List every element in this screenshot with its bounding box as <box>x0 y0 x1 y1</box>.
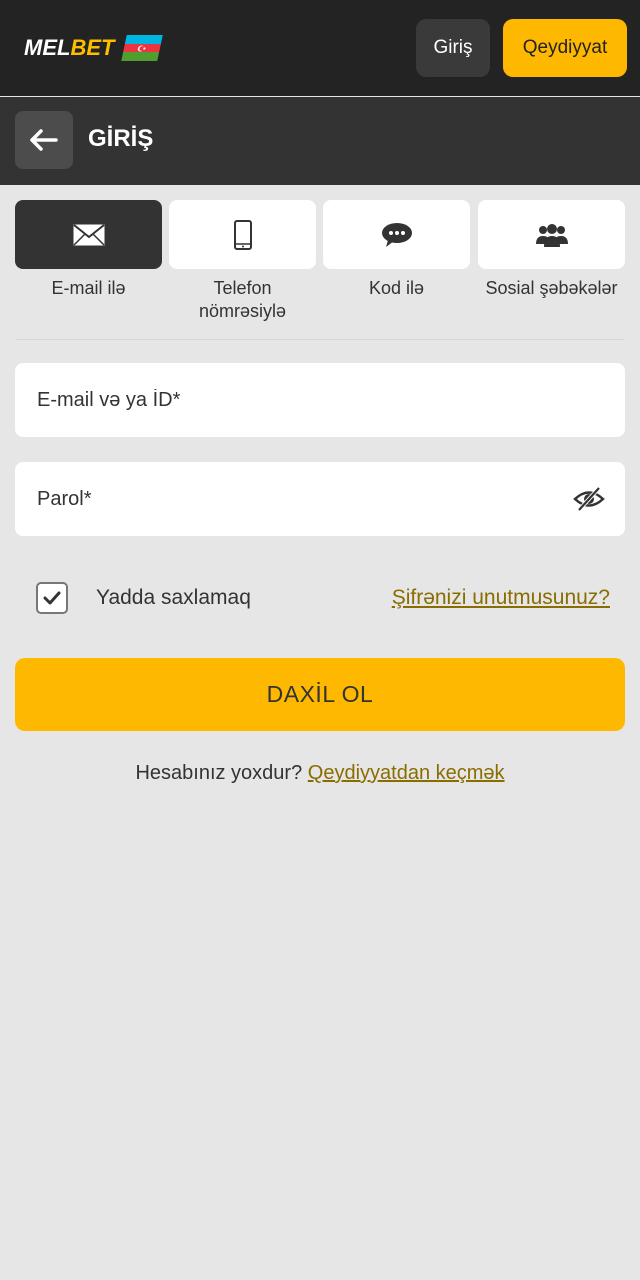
email-field[interactable] <box>15 363 625 437</box>
page-title: GİRİŞ <box>88 125 154 152</box>
eye-off-icon[interactable] <box>573 486 605 512</box>
azerbaijan-flag-icon <box>121 35 164 62</box>
tab-phone-box[interactable] <box>169 200 316 269</box>
melbet-logo[interactable]: MELBET <box>24 34 164 62</box>
no-account-line: Hesabınız yoxdur? Qeydiyyatdan keçmək <box>0 762 640 785</box>
top-bar: MELBET Giriş Qeydiyyat <box>0 0 640 96</box>
tab-email-box[interactable] <box>15 200 162 269</box>
remember-checkbox[interactable] <box>36 582 68 614</box>
envelope-icon <box>72 223 105 246</box>
password-field[interactable] <box>15 462 625 536</box>
back-button[interactable] <box>15 111 73 169</box>
email-input[interactable] <box>37 388 625 412</box>
register-button[interactable]: Qeydiyyat <box>503 19 627 77</box>
tab-code[interactable]: Kod ilə <box>323 200 470 300</box>
tab-social-label: Sosial şəbəkələr <box>485 278 618 298</box>
tab-email[interactable]: E-mail ilə <box>15 200 162 300</box>
login-method-tabs: E-mail ilə Telefon nömrəsiylə Kod ilə So… <box>15 200 625 330</box>
chat-bubble-icon <box>381 222 412 247</box>
login-button[interactable]: Giriş <box>416 19 490 77</box>
forgot-password-link[interactable]: Şifrənizi unutmusunuz? <box>392 586 610 610</box>
phone-icon <box>233 219 252 250</box>
users-icon <box>535 223 568 247</box>
tab-code-label: Kod ilə <box>368 278 425 298</box>
submit-button[interactable]: DAXİL OL <box>15 658 625 731</box>
tab-social-box[interactable] <box>478 200 625 269</box>
checkmark-icon <box>43 591 61 605</box>
divider <box>15 339 625 340</box>
tab-email-label: E-mail ilə <box>51 278 126 298</box>
no-account-text: Hesabınız yoxdur? <box>135 762 303 784</box>
password-input[interactable] <box>37 487 625 511</box>
tab-phone-label: Telefon nömrəsiylə <box>198 278 287 321</box>
tab-code-box[interactable] <box>323 200 470 269</box>
logo-text: MELBET <box>24 35 115 60</box>
tab-phone[interactable]: Telefon nömrəsiylə <box>169 200 316 323</box>
arrow-left-icon <box>30 129 58 151</box>
tab-social[interactable]: Sosial şəbəkələr <box>478 200 625 300</box>
page-header: GİRİŞ <box>0 97 640 185</box>
register-link[interactable]: Qeydiyyatdan keçmək <box>308 762 505 784</box>
remember-label[interactable]: Yadda saxlamaq <box>96 586 251 610</box>
